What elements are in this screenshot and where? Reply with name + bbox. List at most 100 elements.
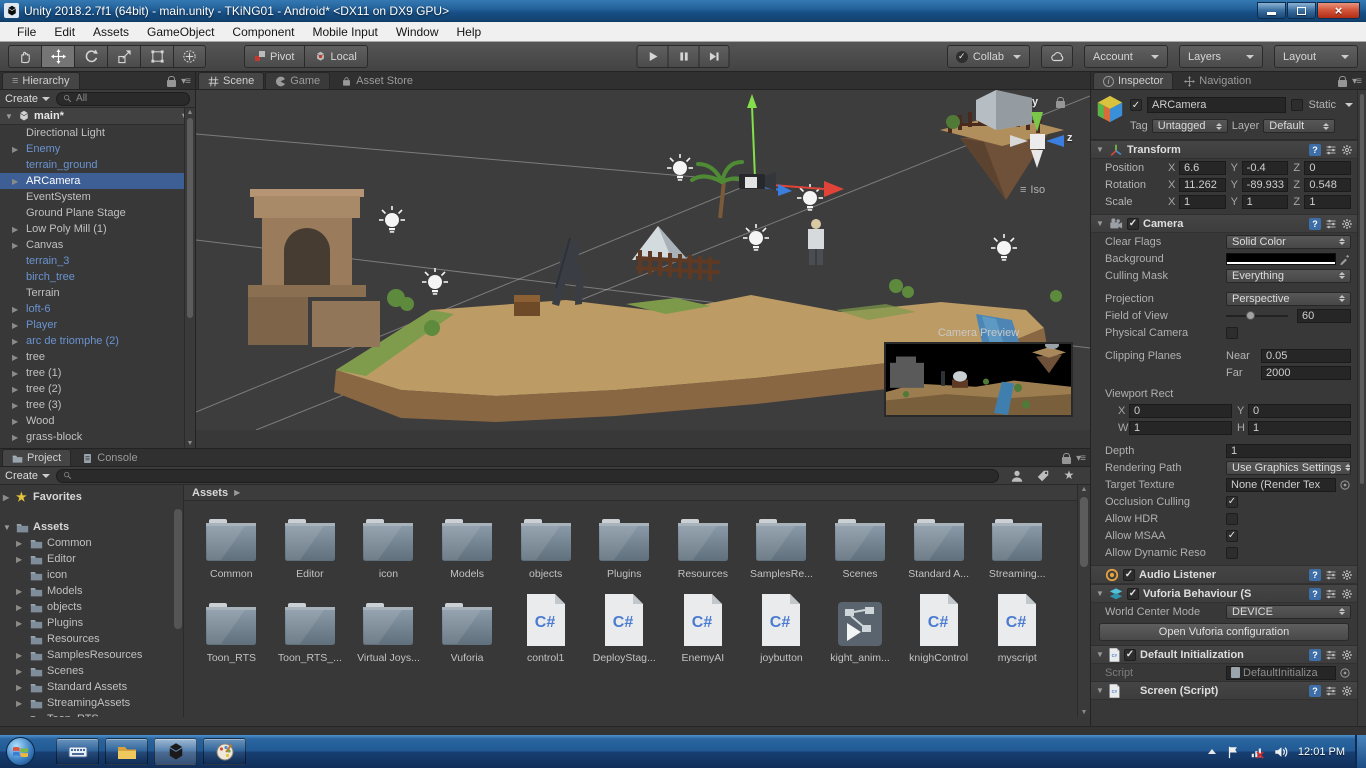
- expand-arrow-icon[interactable]: ▶: [12, 145, 18, 154]
- physical-camera-checkbox[interactable]: [1226, 327, 1238, 339]
- expand-arrow-icon[interactable]: ▶: [12, 177, 18, 186]
- vuforia-behaviour-header[interactable]: ▼ Vuforia Behaviour (S ?: [1091, 584, 1357, 603]
- scale-tool-button[interactable]: [107, 45, 140, 68]
- viewport-y-field[interactable]: 0: [1248, 404, 1351, 418]
- hierarchy-item[interactable]: ▶ terrain_ground: [0, 157, 184, 173]
- foldout-icon[interactable]: ▼: [1095, 589, 1105, 598]
- panel-menu-icon[interactable]: ▾≡: [1076, 453, 1085, 464]
- scale-y-field[interactable]: 1: [1242, 195, 1289, 209]
- tab-hierarchy[interactable]: ≡Hierarchy: [2, 72, 80, 89]
- hierarchy-item[interactable]: ▶ loft-6: [0, 301, 184, 317]
- projection-dropdown[interactable]: Perspective: [1226, 292, 1351, 306]
- object-name-field[interactable]: ARCamera: [1147, 97, 1286, 113]
- foldout-icon[interactable]: ▼: [1095, 145, 1105, 154]
- expand-arrow-icon[interactable]: ▶: [16, 539, 22, 548]
- taskbar-keyboard-button[interactable]: [56, 738, 99, 765]
- volume-icon[interactable]: [1274, 745, 1288, 759]
- project-tree-item[interactable]: ▶ Toon_RTS: [0, 711, 183, 717]
- hierarchy-item[interactable]: ▶ grass-block: [0, 429, 184, 445]
- inspector-scrollbar[interactable]: [1357, 90, 1366, 726]
- scrollbar-thumb[interactable]: [1080, 497, 1088, 567]
- expand-arrow-icon[interactable]: ▶: [12, 321, 18, 330]
- scrollbar-thumb[interactable]: [187, 118, 193, 318]
- hierarchy-item[interactable]: ▶ Player: [0, 317, 184, 333]
- layout-dropdown[interactable]: Layout: [1274, 45, 1358, 68]
- step-button[interactable]: [699, 45, 730, 68]
- hierarchy-item[interactable]: ▶ arc de triomphe (2): [0, 333, 184, 349]
- hierarchy-item[interactable]: ▶ Enemy: [0, 141, 184, 157]
- presets-icon[interactable]: [1325, 685, 1337, 697]
- start-button[interactable]: [2, 736, 38, 768]
- expand-arrow-icon[interactable]: ▶: [12, 433, 18, 442]
- scene-root-row[interactable]: ▼ main* ▾≡: [0, 108, 195, 125]
- hierarchy-item[interactable]: ▶ tree: [0, 349, 184, 365]
- chevron-down-icon[interactable]: [1345, 103, 1353, 107]
- occlusion-culling-checkbox[interactable]: [1226, 496, 1238, 508]
- near-clip-field[interactable]: 0.05: [1261, 349, 1351, 363]
- rotation-y-field[interactable]: -89.933: [1242, 178, 1289, 192]
- audio-listener-header[interactable]: Audio Listener ?: [1091, 565, 1357, 584]
- expand-arrow-icon[interactable]: ▶: [12, 225, 18, 234]
- project-tree-item[interactable]: ▶ objects: [0, 599, 183, 615]
- asset-item[interactable]: Resources: [664, 505, 743, 580]
- maximize-button[interactable]: [1287, 2, 1316, 19]
- hierarchy-item[interactable]: ▶ birch_tree: [0, 269, 184, 285]
- lock-icon[interactable]: [1338, 80, 1347, 87]
- tab-game[interactable]: Game: [265, 72, 330, 89]
- tab-navigation[interactable]: Navigation: [1174, 72, 1261, 89]
- project-tree-item[interactable]: ▶ icon: [0, 567, 183, 583]
- audio-listener-checkbox[interactable]: [1123, 569, 1135, 581]
- gear-icon[interactable]: [1341, 649, 1353, 661]
- presets-icon[interactable]: [1325, 144, 1337, 156]
- menu-item[interactable]: File: [8, 22, 45, 41]
- asset-item[interactable]: knighControl: [899, 589, 978, 664]
- tab-asset-store[interactable]: Asset Store: [331, 72, 423, 89]
- tab-inspector[interactable]: iInspector: [1093, 72, 1173, 89]
- hand-tool-button[interactable]: [8, 45, 41, 68]
- hierarchy-item[interactable]: ▶ Directional Light: [0, 125, 184, 141]
- asset-item[interactable]: joybutton: [742, 589, 821, 664]
- foldout-icon[interactable]: ▼: [1095, 219, 1105, 228]
- expand-arrow-icon[interactable]: ▶: [16, 587, 22, 596]
- local-toggle-button[interactable]: Local: [304, 45, 367, 68]
- minimize-button[interactable]: [1257, 2, 1286, 19]
- asset-item[interactable]: Streaming...: [978, 505, 1057, 580]
- gear-icon[interactable]: [1341, 144, 1353, 156]
- asset-item[interactable]: control1: [506, 589, 585, 664]
- help-icon[interactable]: ?: [1309, 144, 1321, 156]
- expand-arrow-icon[interactable]: ▶: [16, 603, 22, 612]
- background-color-swatch[interactable]: [1226, 253, 1336, 265]
- taskbar-explorer-button[interactable]: [105, 738, 148, 765]
- script-object-field[interactable]: DefaultInitializa: [1226, 666, 1336, 680]
- search-by-type-button[interactable]: [1005, 468, 1029, 483]
- hierarchy-create-button[interactable]: Create: [5, 93, 50, 105]
- allow-msaa-checkbox[interactable]: [1226, 530, 1238, 542]
- presets-icon[interactable]: [1325, 649, 1337, 661]
- help-icon[interactable]: ?: [1309, 218, 1321, 230]
- taskbar-paint-button[interactable]: [203, 738, 246, 765]
- scrollbar-thumb[interactable]: [1360, 94, 1364, 484]
- menu-item[interactable]: Edit: [45, 22, 84, 41]
- asset-item[interactable]: SamplesRe...: [742, 505, 821, 580]
- viewport-h-field[interactable]: 1: [1248, 421, 1351, 435]
- assets-root-row[interactable]: ▼ Assets: [0, 519, 183, 535]
- scale-x-field[interactable]: 1: [1179, 195, 1226, 209]
- hierarchy-item[interactable]: ▶ tree (2): [0, 381, 184, 397]
- expand-arrow-icon[interactable]: ▶: [12, 353, 18, 362]
- menu-item[interactable]: Component: [223, 22, 303, 41]
- expand-arrow-icon[interactable]: ▶: [12, 369, 18, 378]
- eyedropper-icon[interactable]: [1339, 253, 1351, 265]
- asset-item[interactable]: Standard A...: [899, 505, 978, 580]
- hierarchy-item[interactable]: ▶ Terrain: [0, 285, 184, 301]
- project-tree-item[interactable]: ▶ SamplesResources: [0, 647, 183, 663]
- allow-hdr-checkbox[interactable]: [1226, 513, 1238, 525]
- fov-slider[interactable]: [1226, 315, 1288, 317]
- default-init-checkbox[interactable]: [1124, 649, 1136, 661]
- clear-flags-dropdown[interactable]: Solid Color: [1226, 235, 1351, 249]
- asset-item[interactable]: Toon_RTS_...: [271, 589, 350, 664]
- menu-item[interactable]: Window: [387, 22, 448, 41]
- clock[interactable]: 12:01 PM: [1298, 746, 1345, 758]
- collab-dropdown[interactable]: Collab: [947, 45, 1030, 68]
- camera-component-header[interactable]: ▼ Camera ?: [1091, 214, 1357, 233]
- culling-mask-dropdown[interactable]: Everything: [1226, 269, 1351, 283]
